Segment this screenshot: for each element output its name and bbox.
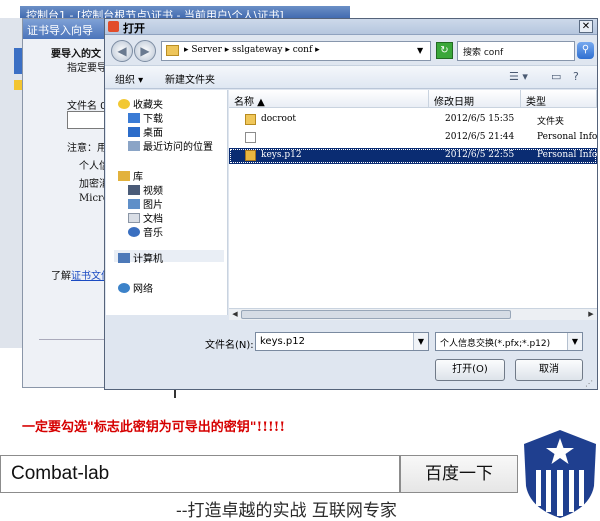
address-path: ▸ Server ▸ sslgateway ▸ conf ▸	[184, 45, 320, 55]
wizard-file-name-label: 文件名 0	[67, 101, 107, 112]
dialog-bottom-area: 文件名(N): keys.p12 ▼ 个人信息交换(*.pfx;*.p12) ▼…	[105, 323, 597, 391]
new-folder-button[interactable]: 新建文件夹	[165, 71, 215, 86]
preview-pane-icon[interactable]: ▭	[551, 70, 561, 83]
wizard-divider	[39, 339, 109, 340]
open-button[interactable]: 打开(O)	[435, 359, 505, 381]
music-icon	[128, 227, 140, 237]
nav-music[interactable]: 音乐	[128, 224, 163, 239]
close-icon[interactable]: ✕	[579, 20, 593, 33]
nav-network-label: 网络	[133, 284, 153, 295]
network-icon	[118, 283, 130, 293]
horizontal-scrollbar[interactable]: ◀ ▶	[229, 308, 597, 320]
wizard-subheading: 指定要导	[67, 63, 107, 74]
console-tree-icon	[14, 48, 22, 74]
document-icon	[128, 213, 140, 223]
slogan-text: --打造卓越的实战 互联网专家	[176, 501, 397, 521]
video-icon	[128, 185, 140, 195]
learn-more-prefix: 了解	[51, 271, 71, 282]
search-button[interactable]: 百度一下	[400, 455, 518, 493]
scroll-thumb[interactable]	[241, 310, 511, 319]
nav-documents[interactable]: 文档	[128, 210, 163, 225]
address-bar[interactable]: ▸ Server ▸ sslgateway ▸ conf ▸	[161, 41, 431, 61]
nav-libraries[interactable]: 库	[118, 168, 143, 183]
organize-menu[interactable]: 组织 ▾	[115, 71, 143, 86]
file-modified: 2012/6/5 15:35	[445, 114, 515, 124]
address-dropdown-icon[interactable]: ▼	[417, 46, 423, 55]
scroll-left-icon[interactable]: ◀	[229, 309, 241, 320]
column-type-header[interactable]: 类型	[521, 90, 597, 108]
file-type: 文件夹	[537, 117, 565, 127]
nav-downloads[interactable]: 下载	[128, 110, 163, 125]
file-type: Personal Info	[537, 150, 597, 160]
file-name-input[interactable]: keys.p12	[255, 332, 429, 351]
download-icon	[128, 113, 140, 123]
help-icon[interactable]: ?	[573, 70, 579, 83]
search-input[interactable]: Combat-lab	[0, 455, 400, 493]
nav-computer[interactable]: 计算机	[118, 250, 163, 265]
folder-icon	[245, 114, 256, 125]
nav-music-label: 音乐	[143, 228, 163, 239]
console-folder-icon	[14, 80, 22, 90]
file-modified: 2012/6/5 22:55	[445, 150, 515, 160]
picture-icon	[128, 199, 140, 209]
forward-button[interactable]: ▶	[134, 40, 156, 62]
nav-desktop[interactable]: 桌面	[128, 124, 163, 139]
app-icon	[108, 21, 119, 32]
police-shield-logo	[524, 430, 596, 518]
scroll-right-icon[interactable]: ▶	[585, 309, 597, 320]
nav-favorites[interactable]: 收藏夹	[118, 96, 163, 111]
wizard-learn-more: 了解证书文件	[51, 267, 109, 282]
file-name: docroot	[261, 114, 296, 124]
resize-grip-icon[interactable]: ⋰	[585, 379, 595, 389]
file-icon	[245, 132, 256, 143]
wizard-note-label: 注意：用	[67, 143, 107, 154]
folder-icon	[166, 45, 179, 56]
background-stub	[174, 390, 176, 398]
file-type-select[interactable]: 个人信息交换(*.pfx;*.p12)	[435, 332, 583, 351]
navigation-row: ◀ ▶ ▸ Server ▸ sslgateway ▸ conf ▸ ▼ ↻ 搜…	[105, 37, 597, 65]
certificate-import-wizard: 证书导入向导 要导入的文 指定要导 文件名 0 注意：用 个人信 加密消 Mic…	[22, 18, 110, 388]
file-type-dropdown-icon[interactable]: ▼	[567, 333, 582, 350]
file-name-label: 文件名(N):	[205, 340, 254, 351]
file-name-dropdown-icon[interactable]: ▼	[413, 333, 428, 350]
file-list: 名称 ▲ 修改日期 类型 docroot 2012/6/5 15:35 文件夹 …	[229, 90, 597, 315]
library-icon	[118, 171, 130, 181]
dialog-toolbar: 组织 ▾ 新建文件夹 ☰ ▾ ▭ ?	[105, 65, 597, 89]
export-key-warning: 一定要勾选"标志此密钥为可导出的密钥"!!!!!	[22, 420, 286, 435]
dialog-title: 打开	[123, 22, 145, 35]
nav-network[interactable]: 网络	[118, 280, 153, 295]
certificate-icon	[245, 150, 256, 161]
column-modified-header[interactable]: 修改日期	[429, 90, 521, 108]
view-options-icon[interactable]: ☰ ▾	[509, 70, 528, 83]
cancel-button[interactable]: 取消	[515, 359, 583, 381]
recent-places-icon	[128, 141, 140, 151]
file-row-selected[interactable]: keys.p12 2012/6/5 22:55 Personal Info	[229, 148, 597, 164]
navigation-pane: 收藏夹 下载 桌面 最近访问的位置 库 视频 图片 文档 音乐 计算机 网络	[106, 90, 228, 315]
nav-recent[interactable]: 最近访问的位置	[128, 138, 213, 153]
desktop-icon	[128, 127, 140, 137]
dialog-title-bar: 打开 ✕	[105, 19, 597, 35]
search-icon[interactable]: ⚲	[577, 42, 594, 59]
back-button[interactable]: ◀	[111, 40, 133, 62]
nav-recent-label: 最近访问的位置	[143, 142, 213, 153]
file-row[interactable]: 2012/6/5 21:44 Personal Info	[229, 130, 597, 146]
wizard-title: 证书导入向导	[23, 19, 109, 39]
column-name-header[interactable]: 名称 ▲	[229, 90, 429, 108]
star-icon	[118, 99, 130, 109]
search-input[interactable]: 搜索 conf	[457, 41, 575, 61]
file-row[interactable]: docroot 2012/6/5 15:35 文件夹	[229, 112, 597, 128]
file-modified: 2012/6/5 21:44	[445, 132, 515, 142]
nav-videos[interactable]: 视频	[128, 182, 163, 197]
nav-computer-label: 计算机	[133, 254, 163, 265]
wizard-heading: 要导入的文	[51, 49, 101, 60]
file-type: Personal Info	[537, 132, 597, 142]
computer-icon	[118, 253, 130, 263]
nav-pictures[interactable]: 图片	[128, 196, 163, 211]
refresh-button[interactable]: ↻	[436, 42, 453, 59]
open-file-dialog: 打开 ✕ ◀ ▶ ▸ Server ▸ sslgateway ▸ conf ▸ …	[104, 18, 598, 390]
wizard-file-name-input[interactable]	[67, 111, 107, 129]
file-name: keys.p12	[261, 150, 302, 160]
console-left-edge	[0, 18, 22, 348]
